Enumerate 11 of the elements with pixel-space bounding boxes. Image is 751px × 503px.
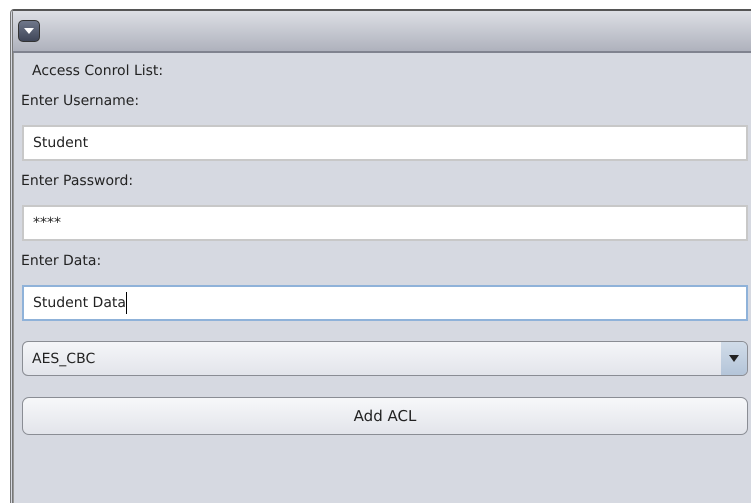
field-label: Enter Username: xyxy=(21,92,140,111)
dropdown[interactable]: AES_CBC xyxy=(22,341,748,376)
input-field[interactable]: Student xyxy=(22,125,748,161)
field-label: Enter Data: xyxy=(21,252,102,271)
input-field[interactable]: Student Data xyxy=(22,285,748,321)
section-heading: Access Conrol List: xyxy=(32,62,164,81)
field-label: Enter Password: xyxy=(21,172,134,191)
collapse-button[interactable] xyxy=(18,20,40,42)
add-button[interactable]: Add ACL xyxy=(22,397,748,435)
input-field[interactable]: **** xyxy=(22,205,748,241)
caret-icon xyxy=(24,27,34,35)
